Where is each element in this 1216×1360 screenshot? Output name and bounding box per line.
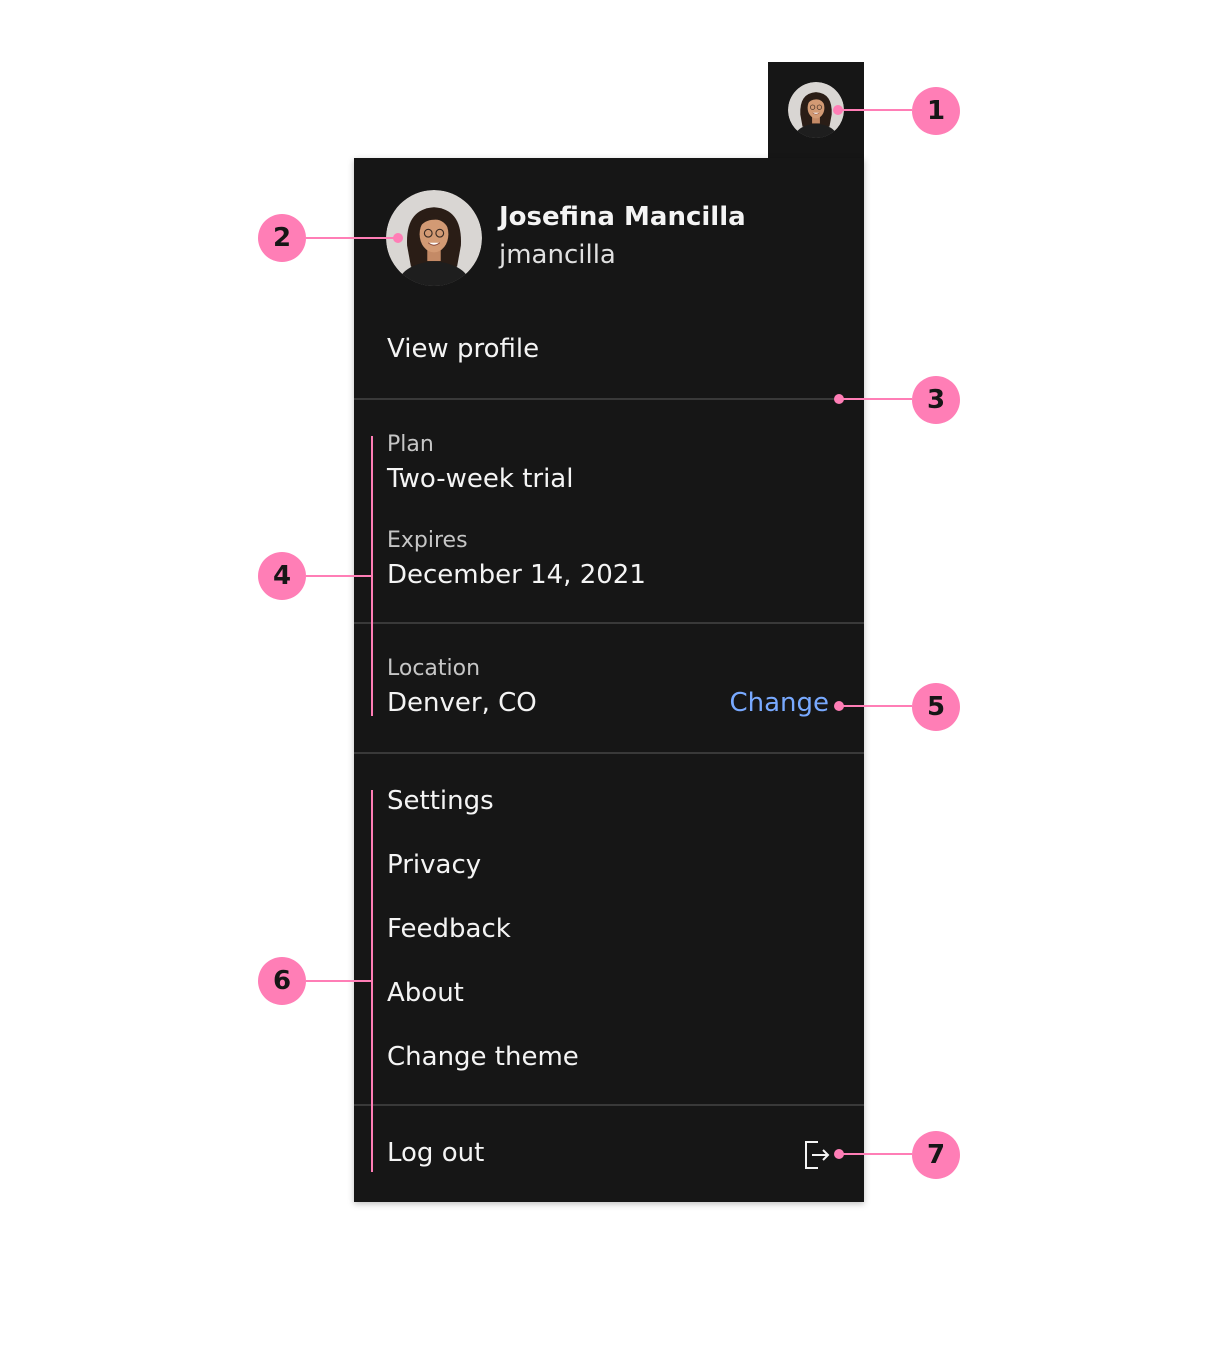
expires-value: December 14, 2021 [387, 560, 646, 590]
annotation-line [306, 980, 372, 982]
view-profile-link[interactable]: View profile [387, 334, 539, 364]
annotation-badge-2: 2 [258, 214, 306, 262]
user-name: Josefina Mancilla [499, 202, 746, 232]
annotation-line [839, 705, 912, 707]
annotation-badge-6: 6 [258, 957, 306, 1005]
divider [354, 1104, 864, 1106]
annotation-line [306, 237, 398, 239]
divider [354, 622, 864, 624]
user-handle: jmancilla [499, 240, 616, 270]
annotation-bracket [371, 790, 373, 1172]
annotation-badge-3: 3 [912, 376, 960, 424]
plan-value: Two-week trial [387, 464, 574, 494]
divider [354, 752, 864, 754]
location-label: Location [387, 656, 481, 681]
annotation-dot [393, 233, 403, 243]
plan-label: Plan [387, 432, 434, 457]
annotation-badge-5: 5 [912, 683, 960, 731]
annotation-badge-1: 1 [912, 87, 960, 135]
annotation-line [838, 109, 912, 111]
menu-item-change-theme[interactable]: Change theme [387, 1042, 579, 1072]
divider [354, 398, 864, 400]
annotation-badge-7: 7 [912, 1131, 960, 1179]
annotation-line [306, 575, 372, 577]
annotation-line [839, 1153, 912, 1155]
annotation-line [839, 398, 912, 400]
annotation-badge-4: 4 [258, 552, 306, 600]
expires-label: Expires [387, 528, 468, 553]
logout-button[interactable]: Log out [387, 1138, 484, 1168]
menu-item-privacy[interactable]: Privacy [387, 850, 481, 880]
menu-item-settings[interactable]: Settings [387, 786, 494, 816]
menu-item-about[interactable]: About [387, 978, 464, 1008]
change-location-link[interactable]: Change [729, 688, 829, 718]
user-profile-panel: Josefina Mancilla jmancilla View profile… [354, 158, 864, 1202]
annotation-bracket [371, 436, 373, 716]
location-value: Denver, CO [387, 688, 537, 718]
logout-icon[interactable] [804, 1140, 830, 1170]
menu-item-feedback[interactable]: Feedback [387, 914, 511, 944]
